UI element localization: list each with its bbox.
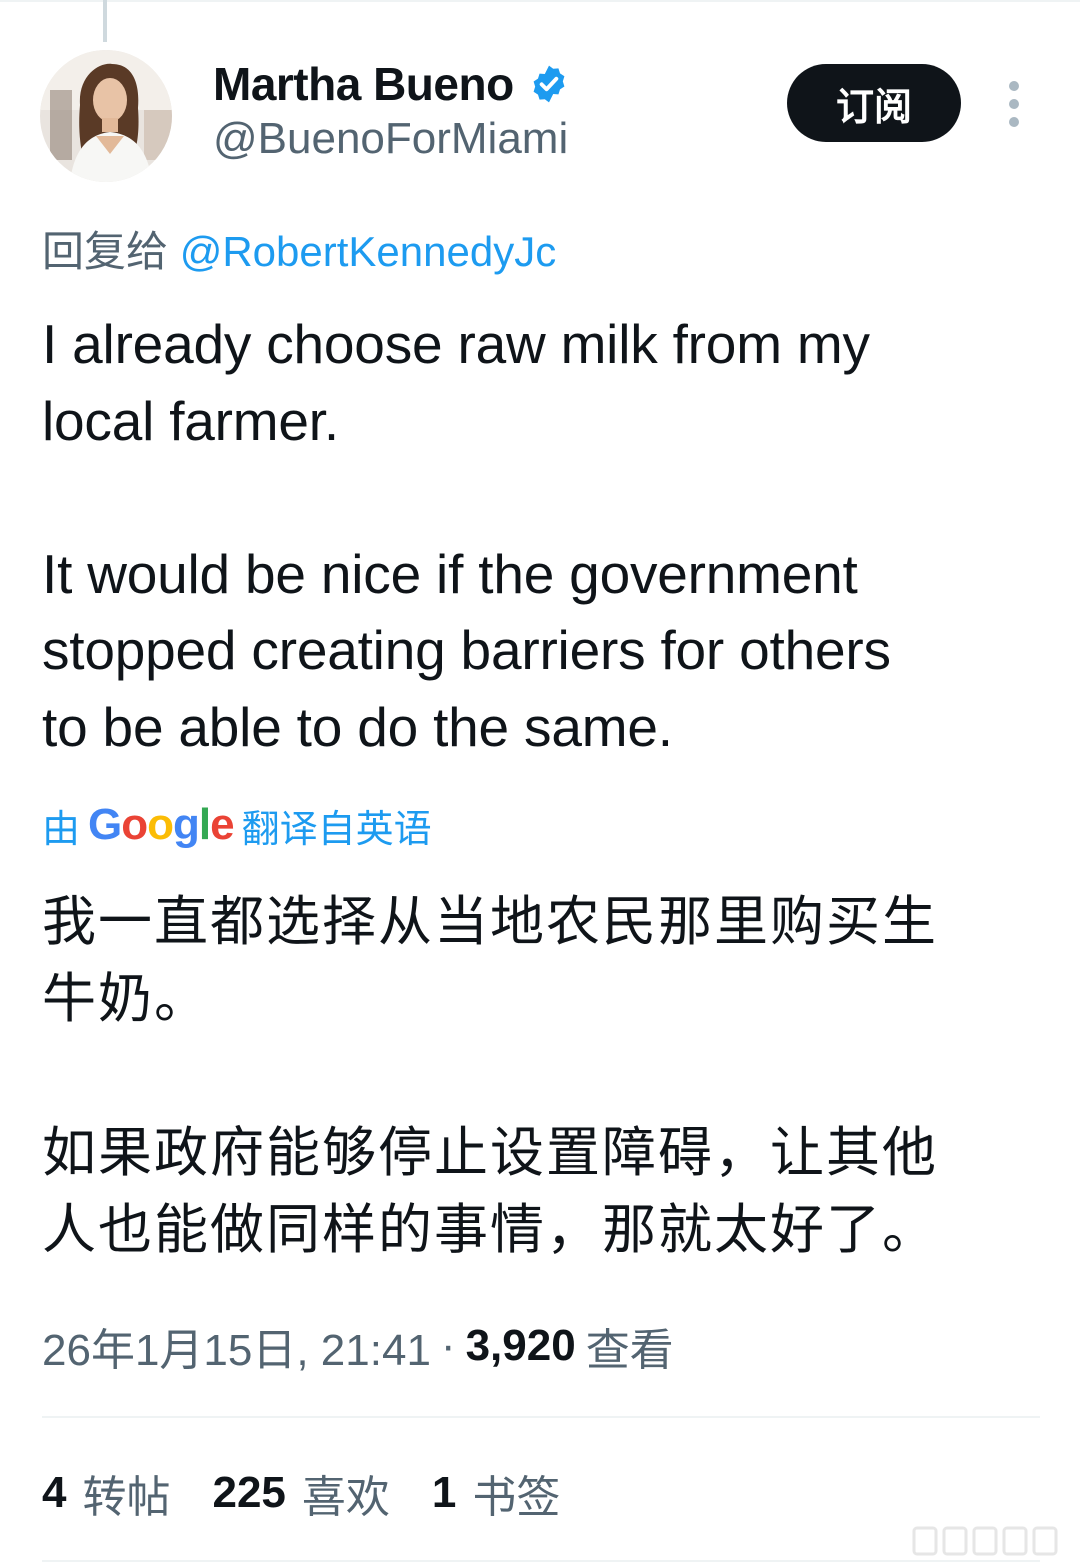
engagement-stats: 4 转帖 225 喜欢 1 书签 xyxy=(42,1462,602,1524)
watermark-logo xyxy=(910,1522,1066,1560)
meta-separator: · xyxy=(440,1321,456,1370)
translation-attribution[interactable]: 由 Google 翻译自英语 xyxy=(42,796,432,854)
views-count: 3,920 xyxy=(465,1321,576,1370)
translation-prefix: 由 xyxy=(42,808,81,851)
reply-to-prefix: 回复给 xyxy=(42,228,169,275)
avatar-image xyxy=(40,50,172,182)
more-vertical-icon[interactable] xyxy=(996,78,1032,130)
tweet-text: I already choose raw milk from my local … xyxy=(42,313,891,758)
verified-badge-icon xyxy=(528,63,570,105)
likes-count: 225 xyxy=(212,1468,286,1517)
reply-to-line: 回复给 @RobertKennedyJc xyxy=(42,218,556,279)
reposts-count: 4 xyxy=(42,1468,67,1517)
top-rule xyxy=(0,0,1080,2)
reposts-label: 转帖 xyxy=(82,1473,171,1522)
likes-label: 喜欢 xyxy=(301,1473,390,1522)
tweet-meta: 26年1月15日, 21:41 · 3,920 查看 xyxy=(42,1314,674,1378)
divider xyxy=(42,1416,1040,1418)
display-name[interactable]: Martha Bueno xyxy=(213,57,514,111)
avatar[interactable] xyxy=(40,50,172,182)
bookmarks-count: 1 xyxy=(431,1468,457,1517)
bookmarks-label: 书签 xyxy=(472,1473,561,1522)
likes-stat[interactable]: 225 喜欢 xyxy=(212,1461,389,1525)
bookmarks-stat[interactable]: 1 书签 xyxy=(432,1461,560,1525)
author-name-row[interactable]: Martha Bueno xyxy=(213,54,570,114)
translated-text: 我一直都选择从当地农民那里购买生 牛奶。 如果政府能够停止设置障碍，让其他 人也… xyxy=(42,892,938,1260)
reposts-stat[interactable]: 4 转帖 xyxy=(42,1461,170,1525)
thread-connector-line xyxy=(103,0,107,42)
reply-to-mention[interactable]: @RobertKennedyJc xyxy=(180,228,557,275)
subscribe-button[interactable]: 订阅 xyxy=(787,64,961,142)
timestamp[interactable]: 26年1月15日, 21:41 xyxy=(42,1314,431,1378)
views-label: 查看 xyxy=(585,1326,674,1375)
divider xyxy=(42,1560,1040,1562)
google-logo: Google xyxy=(88,800,235,849)
translation-suffix: 翻译自英语 xyxy=(241,808,432,851)
author-handle[interactable]: @BuenoForMiami xyxy=(213,114,568,164)
